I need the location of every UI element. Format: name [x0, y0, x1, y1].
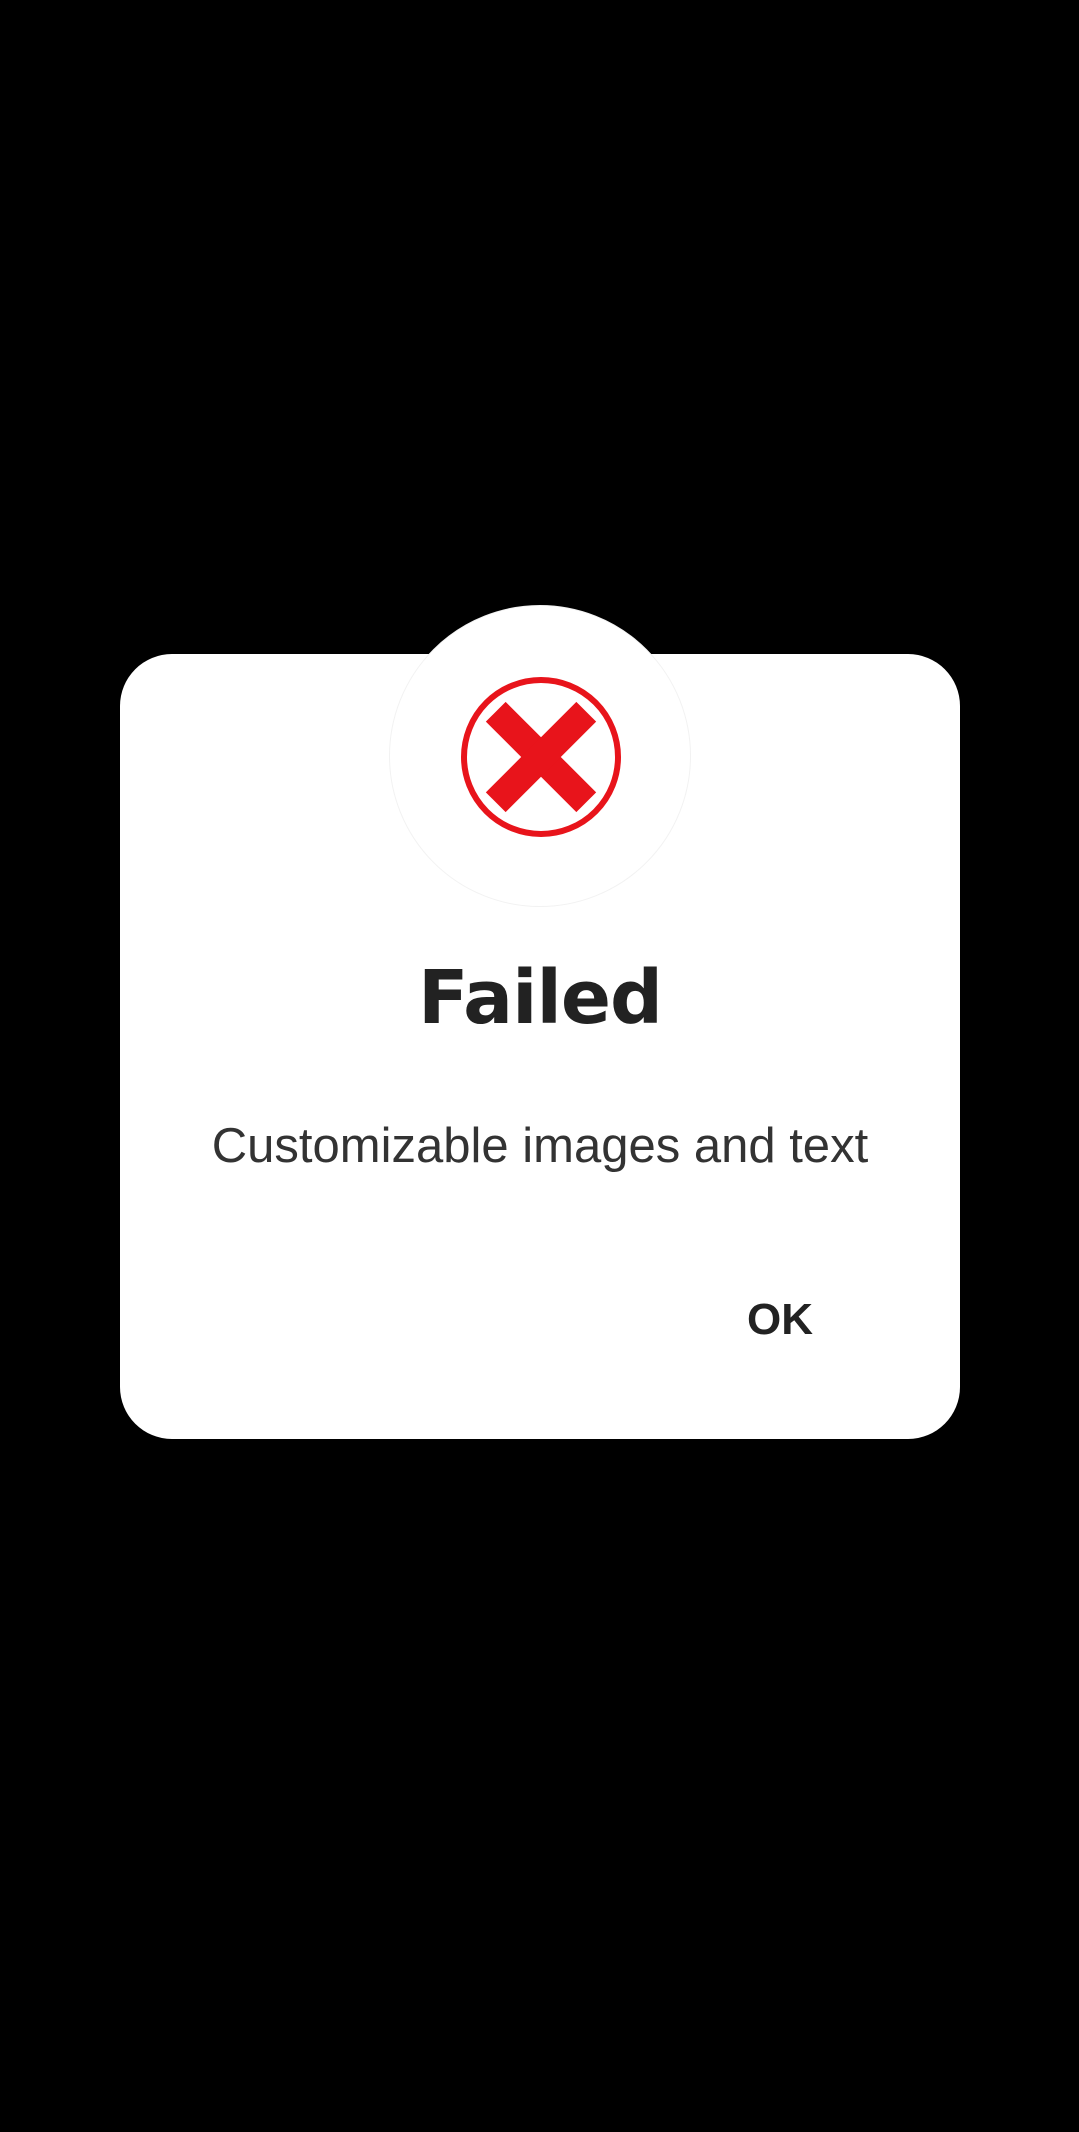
ok-button[interactable]: OK — [700, 1280, 860, 1360]
dialog-message: Customizable images and text — [211, 1119, 869, 1173]
dialog-title: Failed — [417, 955, 663, 1041]
screen-backdrop: OK Failed Customizable images and text — [0, 0, 1079, 2132]
icon-badge — [389, 605, 691, 907]
error-x-icon — [461, 677, 621, 837]
